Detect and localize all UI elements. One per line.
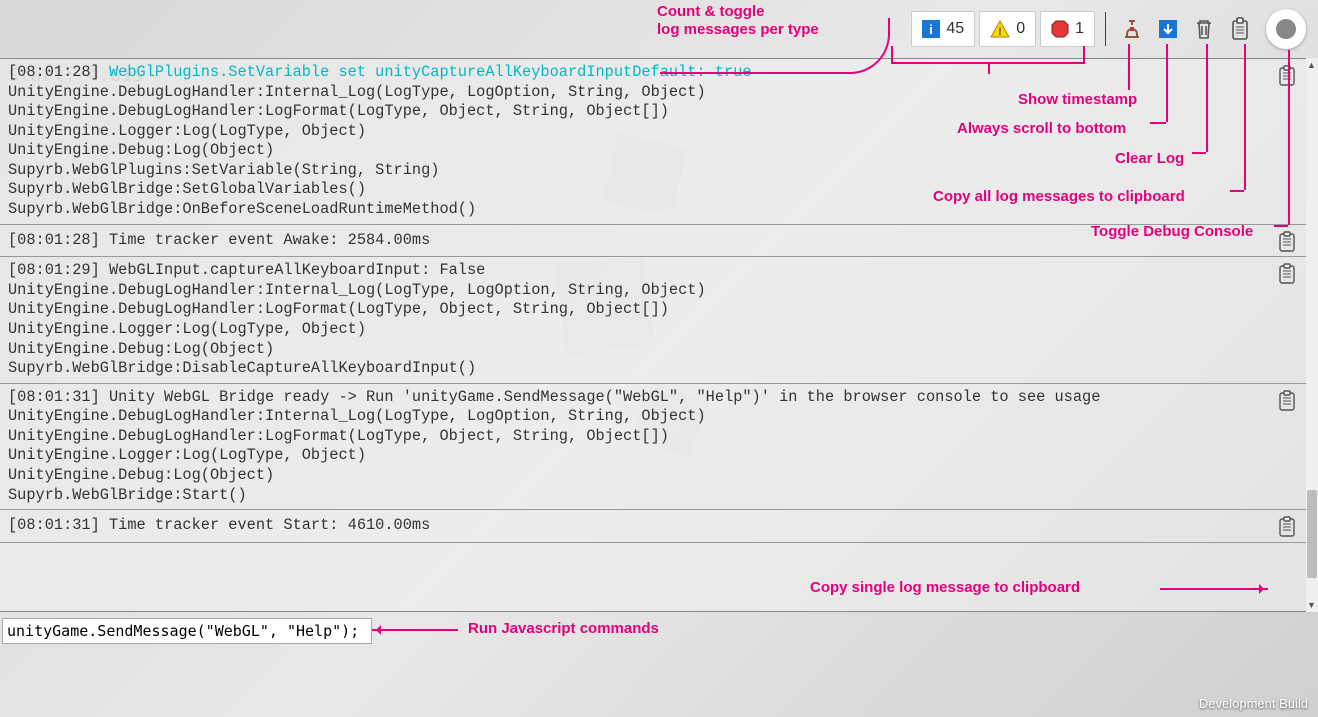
scroll-down-caret[interactable]: ▼ [1307,600,1316,610]
show-timestamp-button[interactable] [1116,13,1148,45]
development-build-label: Development Build [1199,696,1308,711]
error-count-value: 1 [1075,20,1084,38]
copy-entry-button[interactable] [1278,65,1300,91]
clipboard-icon [1278,65,1296,87]
scroll-thumb[interactable] [1307,490,1317,578]
copy-entry-button[interactable] [1278,516,1300,542]
log-timestamp: [08:01:28] [8,231,100,249]
clipboard-icon [1278,516,1296,538]
trash-icon [1193,17,1215,41]
warn-count-value: 0 [1016,20,1025,38]
info-count-toggle[interactable]: i 45 [911,11,975,47]
log-timestamp: [08:01:29] [8,261,100,279]
info-icon: i [922,20,940,38]
clipboard-icon [1278,390,1296,412]
toggle-console-dot [1276,19,1296,39]
annotation-curve [660,18,890,74]
copy-all-button[interactable] [1224,13,1256,45]
log-panel[interactable]: [08:01:28] WebGlPlugins.SetVariable set … [0,58,1306,612]
scroll-up-caret[interactable]: ▲ [1307,60,1316,70]
warn-count-toggle[interactable]: ! 0 [979,11,1036,47]
log-timestamp: [08:01:28] [8,63,100,81]
toolbar-divider [1105,12,1106,46]
debug-toolbar: i 45 ! 0 1 [0,0,1318,58]
copy-entry-button[interactable] [1278,390,1300,416]
copy-entry-button[interactable] [1278,231,1300,257]
log-stack: UnityEngine.DebugLogHandler:Internal_Log… [8,281,1262,379]
timestamp-icon [1120,17,1144,41]
log-timestamp: [08:01:31] [8,516,100,534]
log-entry[interactable]: [08:01:28] WebGlPlugins.SetVariable set … [0,59,1306,225]
copy-entry-button[interactable] [1278,263,1300,289]
clear-log-button[interactable] [1188,13,1220,45]
log-timestamp: [08:01:31] [8,388,100,406]
error-count-toggle[interactable]: 1 [1040,11,1095,47]
log-entry[interactable]: [08:01:31] Unity WebGL Bridge ready -> R… [0,384,1306,510]
clipboard-icon [1230,17,1250,41]
log-stack: UnityEngine.DebugLogHandler:Internal_Log… [8,407,1262,505]
error-icon [1051,20,1069,38]
svg-text:!: ! [998,26,1002,38]
log-entry[interactable]: [08:01:29] WebGLInput.captureAllKeyboard… [0,257,1306,383]
log-entry[interactable]: [08:01:31] Time tracker event Start: 461… [0,510,1306,543]
log-headline: Unity WebGL Bridge ready -> Run 'unityGa… [100,388,1101,406]
log-entry[interactable]: [08:01:28] Time tracker event Awake: 258… [0,225,1306,258]
command-input[interactable] [2,618,372,644]
info-count-value: 45 [946,20,964,38]
scroll-to-bottom-button[interactable] [1152,13,1184,45]
warning-icon: ! [990,20,1010,38]
scroll-down-icon [1157,18,1179,40]
clipboard-icon [1278,231,1296,253]
log-headline: Time tracker event Awake: 2584.00ms [100,231,430,249]
svg-text:i: i [930,22,934,37]
log-stack: UnityEngine.DebugLogHandler:Internal_Log… [8,83,1262,220]
log-headline: WebGlPlugins.SetVariable set unityCaptur… [100,63,752,81]
log-headline: Time tracker event Start: 4610.00ms [100,516,430,534]
annotation-bracket [891,46,1085,64]
log-scrollbar[interactable]: ▲ ▼ [1306,58,1318,612]
clipboard-icon [1278,263,1296,285]
command-row [2,617,1306,645]
toggle-console-button[interactable] [1266,9,1306,49]
log-headline: WebGLInput.captureAllKeyboardInput: Fals… [100,261,486,279]
